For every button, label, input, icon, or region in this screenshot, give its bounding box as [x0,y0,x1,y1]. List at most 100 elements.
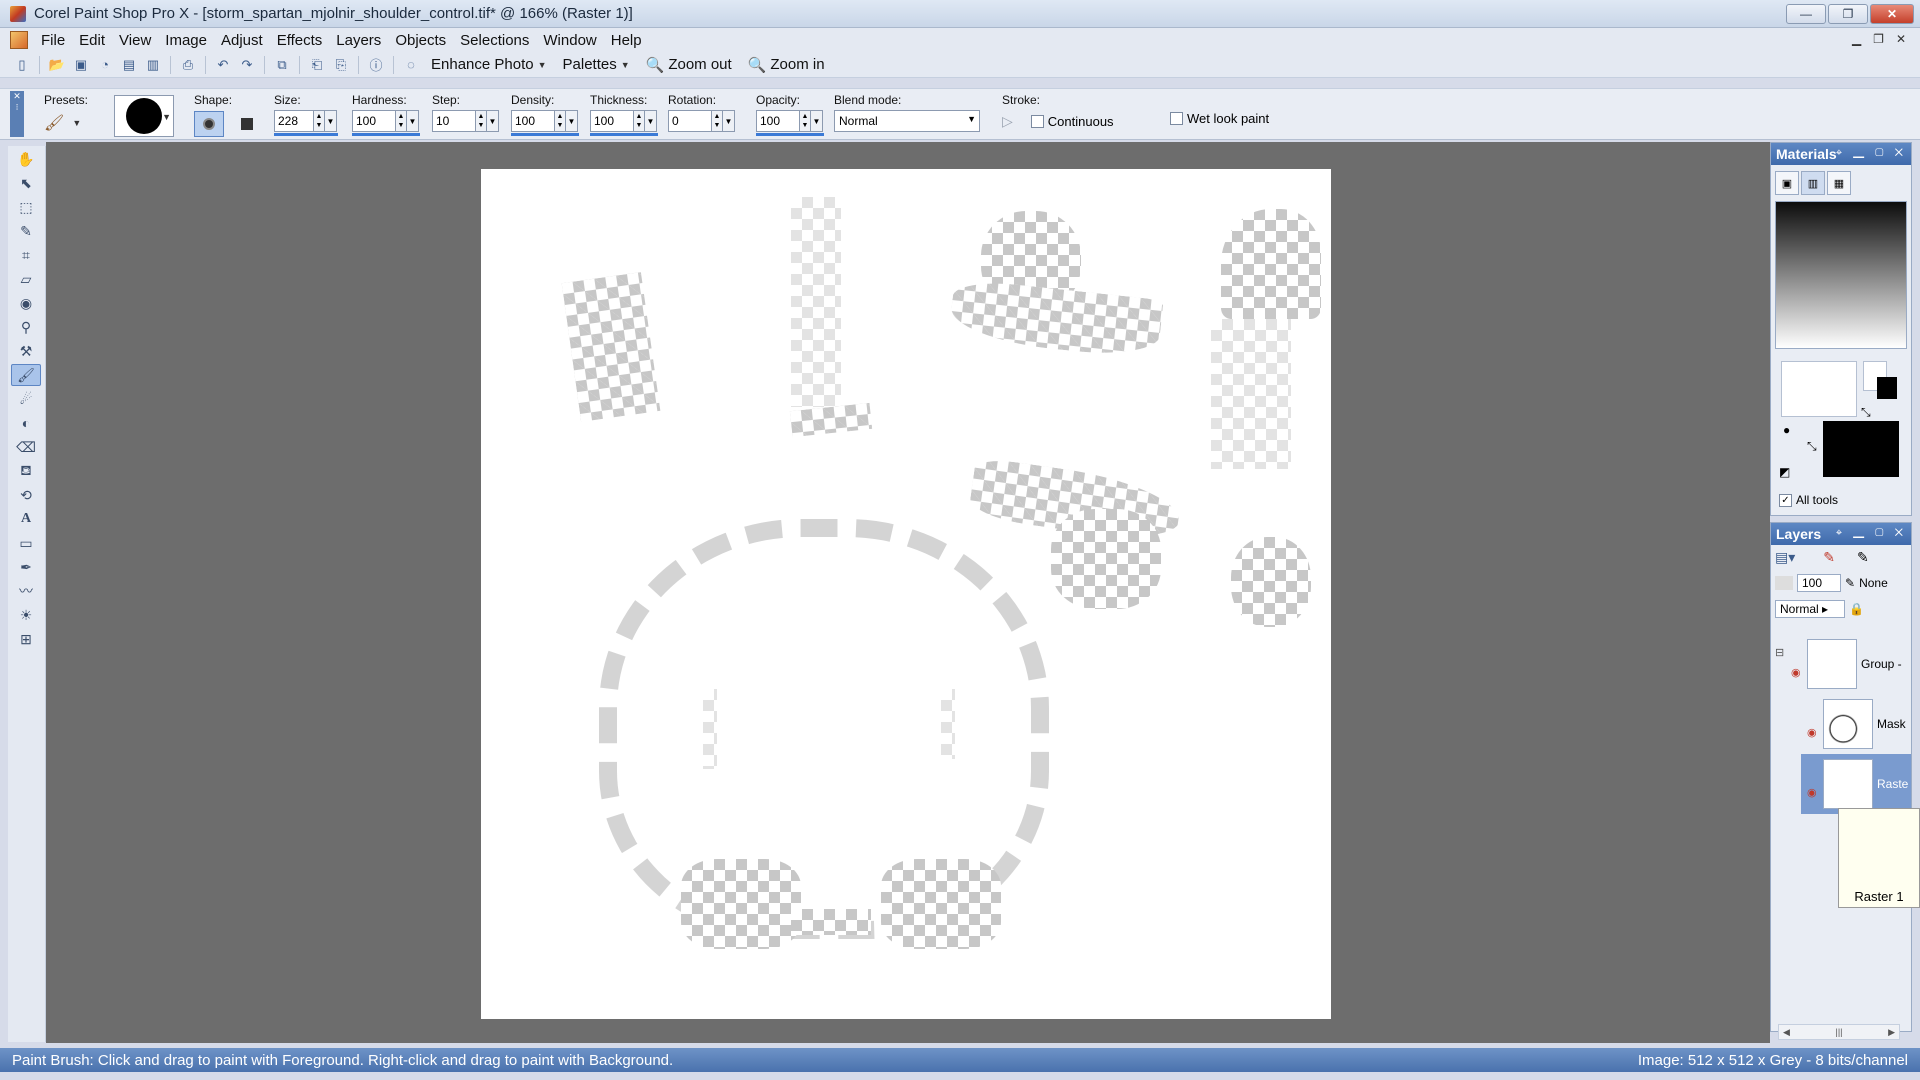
pen-tool-icon[interactable]: ✒ [11,556,41,578]
palette-grip[interactable]: ✕ ⁝ [10,91,24,137]
zoom-out-button[interactable]: 🔍 Zoom out [638,56,740,74]
chevron-down-icon[interactable]: ▼ [72,118,81,128]
swatches-tab-icon[interactable]: ▦ [1827,171,1851,195]
size-spinner[interactable]: ▲ ▼ [314,110,325,132]
image-canvas[interactable] [481,169,1331,1019]
straighten-tool-icon[interactable]: ▱ [11,268,41,290]
blend-mode-select[interactable]: Normal ▼ [834,110,980,132]
paint-brush-icon[interactable]: 🖌 [11,364,41,386]
oil-brush-icon[interactable]: ☀ [11,604,41,626]
mesh-warp-icon[interactable]: ⊞ [11,628,41,650]
panel-controls[interactable]: ⌖ ▁ ▢ ✕ [1836,147,1907,160]
red-eye-tool-icon[interactable]: ◉ [11,292,41,314]
flood-fill-icon[interactable]: ⛾ [11,460,41,482]
thickness-dropdown[interactable]: ▼ [645,110,657,132]
maximize-button[interactable]: ❐ [1828,4,1868,24]
swap-materials-icon[interactable]: ⤡ [1807,439,1817,454]
rainbow-tab-icon[interactable]: ▥ [1801,171,1825,195]
menu-view[interactable]: View [112,32,158,49]
save-as-icon[interactable]: ▥ [144,56,162,74]
menu-help[interactable]: Help [604,32,649,49]
text-tool-icon[interactable]: A [11,508,41,530]
warp-brush-icon[interactable]: 〰 [11,580,41,602]
paste-layer-icon[interactable]: ⎘ [332,56,350,74]
menu-window[interactable]: Window [536,32,603,49]
density-dropdown[interactable]: ▼ [566,110,578,132]
visibility-eye-icon[interactable]: ◉ [1791,666,1801,679]
size-slider-bar[interactable] [274,133,338,136]
background-color-mini[interactable] [1877,377,1897,399]
wet-look-checkbox-box[interactable] [1170,112,1183,125]
thickness-slider-bar[interactable] [590,133,658,136]
color-mode-icon[interactable]: ● [1783,423,1790,437]
layer-row-selected[interactable]: ◉ Raste [1801,754,1911,814]
one-step-fix-icon[interactable]: ◌ [402,56,420,74]
scan-icon[interactable]: ◔ [96,56,114,74]
doc-close-icon[interactable]: ✕ [1896,32,1906,46]
browse-icon[interactable]: ▣ [72,56,90,74]
layer-mask-mode[interactable]: None [1859,576,1888,590]
menu-effects[interactable]: Effects [270,32,330,49]
menu-image[interactable]: Image [158,32,214,49]
redo-icon[interactable]: ↷ [238,56,256,74]
continuous-checkbox[interactable]: Continuous [1030,114,1114,129]
pick-tool-icon[interactable]: ⬉ [11,172,41,194]
minimize-button[interactable]: — [1786,4,1826,24]
layer-blend-select[interactable]: Normal ▸ [1775,600,1845,618]
airbrush-icon[interactable]: ☄ [11,388,41,410]
menu-objects[interactable]: Objects [388,32,453,49]
color-spectrum[interactable] [1775,201,1907,349]
swap-colors-icon[interactable]: ⤡ [1861,405,1871,420]
clone-brush-icon[interactable]: ⚲ [11,316,41,338]
wet-look-checkbox[interactable]: Wet look paint [1170,111,1269,126]
thickness-spinner[interactable]: ▲ ▼ [634,110,645,132]
crop-tool-icon[interactable]: ⌗ [11,244,41,266]
menu-file[interactable]: File [34,32,72,49]
layer-row[interactable]: ◉ Mask [1771,694,1911,754]
frame-tab-icon[interactable]: ▣ [1775,171,1799,195]
palettes-menu[interactable]: Palettes ▼ [555,56,638,73]
opacity-spinner[interactable]: ▲ ▼ [800,110,811,132]
layer-row[interactable]: ⊟ ◉ Group - [1771,634,1911,694]
lighten-darken-icon[interactable]: ◐ [11,412,41,434]
delete-layer-icon[interactable]: ✎ [1823,549,1835,566]
menu-layers[interactable]: Layers [329,32,388,49]
new-file-icon[interactable]: ▯ [13,56,31,74]
rotation-spinner[interactable]: ▲ ▼ [712,110,723,132]
lock-icon[interactable]: 🔒 [1849,602,1864,616]
pan-tool-icon[interactable]: ✋ [11,148,41,170]
enhance-photo-menu[interactable]: Enhance Photo ▼ [423,56,555,73]
default-colors-icon[interactable]: ◩ [1779,465,1790,479]
eraser-icon[interactable]: ⌫ [11,436,41,458]
edit-layer-icon[interactable]: ✎ [1857,549,1869,566]
step-spinner[interactable]: ▲ ▼ [476,110,487,132]
opacity-dropdown[interactable]: ▼ [811,110,823,132]
size-dropdown[interactable]: ▼ [325,110,337,132]
layer-opacity-input[interactable]: 100 [1797,574,1841,592]
copy-icon[interactable]: ⧉ [273,56,291,74]
stroke-icon[interactable]: ▷ [1002,113,1013,130]
save-icon[interactable]: ▤ [120,56,138,74]
hardness-slider-bar[interactable] [352,133,420,136]
zoom-in-button[interactable]: 🔍 Zoom in [740,56,833,74]
menu-adjust[interactable]: Adjust [214,32,270,49]
round-shape-button[interactable] [194,111,224,137]
dropper-tool-icon[interactable]: ✎ [11,220,41,242]
print-icon[interactable]: ⎙ [179,56,197,74]
open-folder-icon[interactable]: 📂 [48,56,66,74]
undo-icon[interactable]: ↶ [214,56,232,74]
paste-icon[interactable]: ⎗ [308,56,326,74]
step-input[interactable]: 10 [432,110,476,132]
density-slider-bar[interactable] [511,133,579,136]
panel-controls[interactable]: ⌖ ▁ ▢ ✕ [1836,527,1907,540]
continuous-checkbox-box[interactable] [1030,115,1044,128]
step-dropdown[interactable]: ▼ [487,110,499,132]
foreground-swatch[interactable] [1781,361,1857,417]
size-input[interactable]: 228 [274,110,314,132]
density-input[interactable]: 100 [511,110,555,132]
menu-selections[interactable]: Selections [453,32,536,49]
doc-minimize-icon[interactable]: ▁ [1852,32,1861,46]
visibility-eye-icon[interactable]: ◉ [1807,726,1817,739]
selection-tool-icon[interactable]: ⬚ [11,196,41,218]
color-changer-icon[interactable]: ⟲ [11,484,41,506]
